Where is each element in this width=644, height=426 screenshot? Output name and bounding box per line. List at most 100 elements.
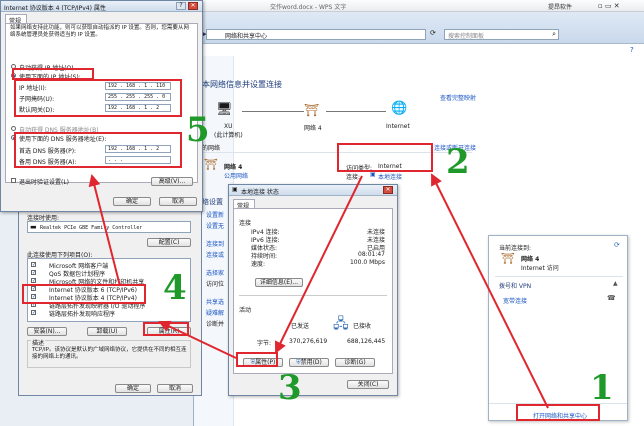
highlight-ip-settings: [14, 79, 182, 117]
lan-ok-button[interactable]: 确定: [115, 384, 151, 393]
ipv4-ok-button[interactable]: 确定: [113, 197, 151, 206]
item-checkbox[interactable]: ✓: [31, 278, 36, 284]
connection-icon: ▣: [232, 186, 238, 193]
bench-icon: ⛩: [501, 252, 515, 265]
broadband-connection[interactable]: 宽带连接: [503, 296, 527, 305]
close-icon[interactable]: ✕: [188, 2, 198, 10]
node-name-network: 网络 4: [304, 125, 322, 132]
bytes-sent: 370,276,619: [289, 338, 328, 345]
search-placeholder: 搜索控制面板: [448, 33, 485, 40]
adapter-name: Realtek PCIe GBE Family Controller: [40, 225, 143, 231]
install-button[interactable]: 安装(N)...: [27, 327, 67, 336]
status-title-bar[interactable]: ▣ 本地连接 状态 ✕: [229, 185, 397, 196]
side-items: 设置新 设置无 连接到 连接或 选择家 访问位 共享选 疑难解 诊断并: [206, 210, 224, 330]
flyout-network-name: 网络 4: [521, 256, 540, 263]
network-type-link[interactable]: 公用网络: [224, 171, 248, 180]
settings-item[interactable]: 疑难解: [206, 308, 224, 319]
settings-item[interactable]: 诊断并: [206, 319, 224, 330]
settings-item[interactable]: 设置新: [206, 210, 224, 221]
refresh-icon[interactable]: ⟳: [614, 241, 620, 249]
status-row: 速度: 100.0 Mbps: [251, 259, 385, 268]
activity-label: 活动: [239, 307, 252, 314]
bench-icon: ⛩: [304, 103, 320, 117]
adapter-box: ▬ Realtek PCIe GBE Family Controller: [27, 221, 191, 233]
status-value: 100.0 Mbps: [349, 259, 385, 266]
status-row: 持续时间: 08:01:47: [251, 251, 385, 260]
window-controls[interactable]: ▫ ▭ ✕: [598, 2, 620, 10]
configure-button[interactable]: 配置(C): [147, 238, 191, 247]
refresh-icon[interactable]: ⟳: [430, 29, 436, 37]
current-connection-label: 当前连接到:: [499, 245, 532, 252]
sent-label: 已发送: [291, 323, 310, 330]
disable-button[interactable]: ⛨禁用(D): [289, 358, 329, 367]
step-number-2: 2: [446, 142, 470, 182]
settings-item[interactable]: 连接到: [206, 239, 224, 250]
advanced-button[interactable]: 高级(V)...: [151, 177, 193, 186]
search-input[interactable]: 搜索控制面板 ⌕: [444, 29, 559, 40]
auto-dns-radio[interactable]: [11, 126, 16, 131]
intro-text: 如果网络支持此功能，则可以获取自动指派的 IP 设置。否则，您需要从网络系统管理…: [10, 25, 189, 38]
connections-label: 连接:: [346, 174, 361, 181]
details-button[interactable]: 详细信息(E)...: [255, 278, 303, 287]
computer-icon: 🖥: [216, 102, 233, 117]
description-label: 描述: [31, 338, 46, 347]
network-bench-icon: ⛩: [204, 158, 218, 171]
settings-item[interactable]: 访问位: [206, 279, 224, 297]
help-icon[interactable]: ?: [630, 46, 634, 54]
status-title: 本地连接 状态: [241, 189, 279, 196]
tab-general[interactable]: 常规: [5, 14, 27, 25]
close-icon[interactable]: ✕: [383, 186, 393, 194]
ipv4-cancel-button[interactable]: 取消: [159, 197, 197, 206]
validate-label[interactable]: 退出时验证设置(L): [19, 177, 69, 186]
settings-item[interactable]: 设置无: [206, 221, 224, 239]
validate-checkbox[interactable]: [11, 178, 16, 183]
help-button[interactable]: ?: [176, 2, 186, 10]
search-icon[interactable]: ⌕: [552, 30, 556, 39]
bytes-received: 688,126,445: [347, 338, 386, 345]
settings-item[interactable]: 连接或: [206, 250, 224, 268]
status-row: IPv6 连接: 未连接: [251, 235, 385, 244]
highlight-ipv4-item: [22, 284, 146, 304]
connection-section-label: 连接: [239, 220, 252, 227]
lan-cancel-button[interactable]: 取消: [157, 384, 193, 393]
status-tab-general[interactable]: 常规: [233, 199, 255, 210]
item-label: 链路层拓扑发现响应程序: [49, 311, 116, 318]
breadcrumb[interactable]: 网络和共享中心: [225, 31, 267, 40]
divider: [239, 295, 387, 296]
status-close-button[interactable]: 关闭(C): [347, 380, 389, 389]
step-number-4: 4: [163, 268, 187, 308]
step-number-1: 1: [590, 368, 614, 408]
local-connection-link[interactable]: 本地连接: [378, 172, 402, 181]
dialup-icon: ☎: [607, 294, 616, 302]
link-line: [326, 111, 386, 112]
item-checkbox[interactable]: ✓: [31, 262, 36, 268]
diagnose-button[interactable]: 诊断(G): [335, 358, 375, 367]
item-checkbox[interactable]: ✓: [31, 310, 36, 316]
uninstall-button[interactable]: 卸载(U): [87, 327, 127, 336]
network-name: 网络 4: [224, 164, 243, 171]
wps-title: 交作word.docx - WPS 文字: [270, 4, 347, 11]
view-map-link[interactable]: 查看完整映射: [440, 93, 476, 102]
address-bar[interactable]: 网络和共享中心: [206, 29, 426, 40]
status-rows: IPv4 连接: 未连接 IPv6 连接: 未连接 媒体状态: 已启用 持续时间: 08…: [251, 227, 385, 268]
ipv4-title: Internet 协议版本 4 (TCP/IPv4) 属性: [4, 5, 106, 12]
settings-item[interactable]: 选择家: [206, 268, 224, 279]
ipv4-title-bar[interactable]: Internet 协议版本 4 (TCP/IPv4) 属性 ? ✕: [1, 1, 202, 12]
status-value: 08:01:47: [358, 251, 385, 258]
description-group: 描述 TCP/IP。该协议是默认的广域网络协议，它提供在不同的相互连接的网络上的…: [27, 338, 191, 368]
settings-item[interactable]: 共享选: [206, 297, 224, 308]
collapse-icon[interactable]: ▲: [613, 280, 618, 287]
page-heading: 本网络信息并设置连接: [202, 80, 282, 89]
divider: [495, 276, 623, 277]
status-row: IPv4 连接: 未连接: [251, 227, 385, 236]
link-line: [242, 111, 304, 112]
dialup-vpn-label: 拨号和 VPN: [499, 283, 532, 290]
globe-icon: 🌐: [391, 101, 408, 116]
wps-right-label[interactable]: 提昂软件: [548, 2, 572, 11]
status-row: 媒体状态: 已启用: [251, 243, 385, 252]
button-label: 禁用(D): [300, 359, 322, 366]
explorer-header: ◀▶ 网络和共享中心 搜索控制面板 ⌕ ⟳ ?: [194, 12, 644, 54]
highlight-local-connection: [337, 143, 433, 172]
item-checkbox[interactable]: ✓: [31, 270, 36, 276]
node-name-internet: Internet: [386, 123, 410, 130]
